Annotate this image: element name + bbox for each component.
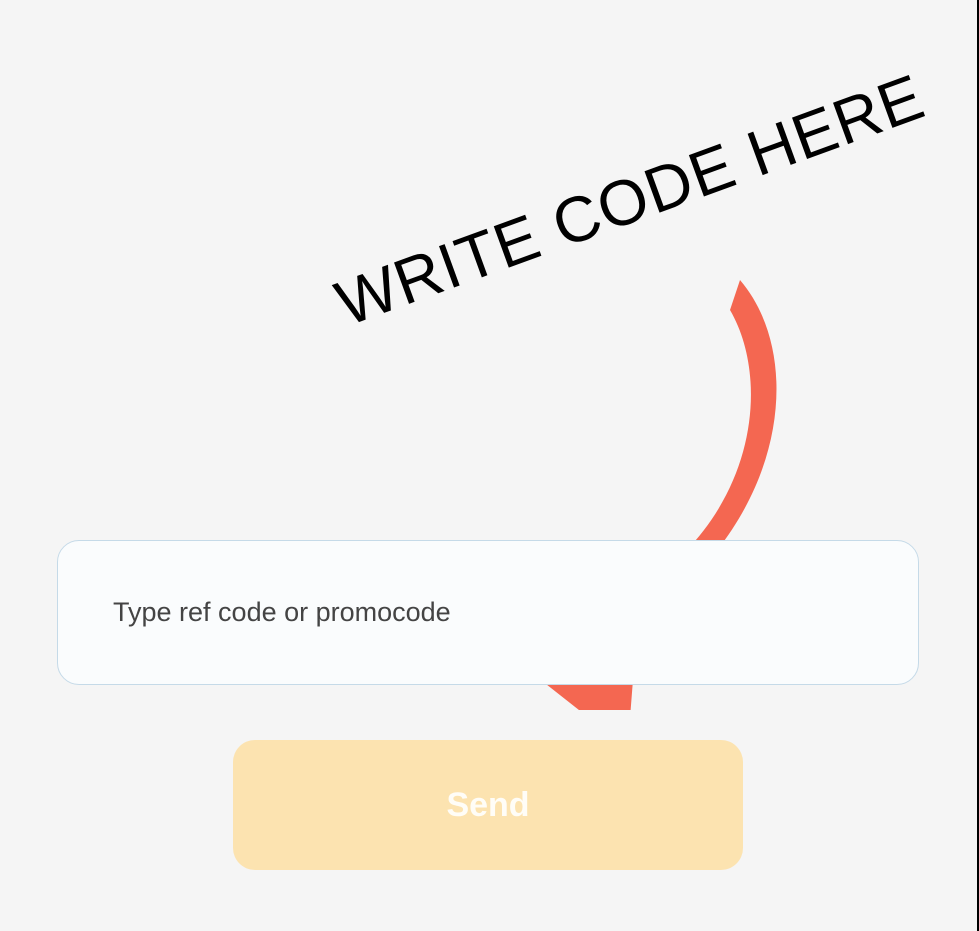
promo-form: Send [57,540,919,870]
promo-code-input[interactable] [57,540,919,685]
send-button[interactable]: Send [233,740,743,870]
